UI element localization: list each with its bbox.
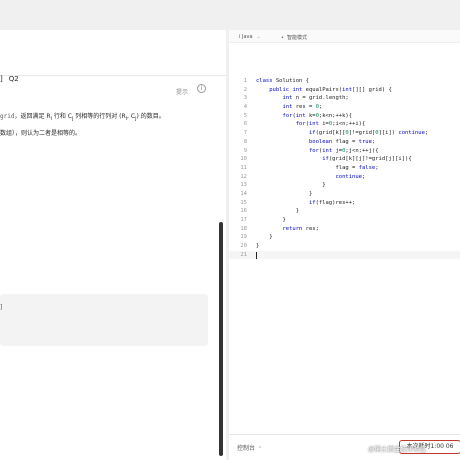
code-line[interactable]: 12 continue;: [229, 173, 460, 182]
code-line[interactable]: 10 if(grid[k][j]!=grid[j][i]){: [229, 155, 460, 164]
title-fragment: ]: [0, 75, 3, 83]
smart-mode-toggle[interactable]: • 智能模式: [281, 34, 307, 41]
desc-text: 行和 C: [51, 113, 72, 120]
line-number: 16: [240, 208, 247, 215]
code-line[interactable]: 8 boolean flag = true;: [229, 138, 460, 147]
code-text: for(int j=0;j<n;++j){: [308, 147, 379, 154]
code-line[interactable]: 17 }: [229, 216, 460, 225]
code-line[interactable]: 15 if(flag)res++;: [229, 199, 460, 208]
hint-button[interactable]: 提示: [176, 87, 188, 96]
info-circle-icon[interactable]: i: [197, 84, 206, 93]
code-text: }: [256, 243, 260, 250]
line-number: 8: [243, 138, 247, 145]
code-line[interactable]: 7 if(grid[k][0]!=grid[0][i]) continue;: [229, 129, 460, 138]
mode-label: 智能模式: [286, 35, 307, 41]
desc-text: ，返回满足 R: [14, 113, 51, 120]
chevron-up-icon: ⌃: [258, 446, 263, 452]
line-number: 17: [240, 217, 247, 223]
code-line[interactable]: 21: [229, 250, 460, 260]
language-icon: i: [239, 34, 241, 40]
description-scrollbar[interactable]: [219, 222, 223, 456]
code-text: if(grid[k][j]!=grid[j][i]){: [322, 156, 412, 163]
code-text: continue;: [335, 173, 366, 180]
line-number: 13: [240, 182, 247, 189]
language-select[interactable]: i Java ⌄: [239, 34, 261, 40]
code-line[interactable]: 6 for(int i=0;i<n;++i){: [229, 120, 460, 129]
console-label: 控制台: [237, 445, 256, 452]
line-number: 19: [240, 234, 247, 241]
language-label: Java: [241, 34, 253, 40]
code-text: for(int k=0;k<n;++k){: [282, 112, 353, 119]
code-text: }: [256, 217, 286, 223]
desc-text: , C: [127, 113, 136, 120]
code-line[interactable]: 19 }: [229, 233, 460, 242]
line-number: 10: [240, 156, 247, 163]
editor-toolbar: i Java ⌄ • 智能模式: [229, 30, 460, 43]
line-number: 6: [243, 121, 247, 128]
mode-icon: •: [281, 35, 284, 41]
code-line[interactable]: 13 }: [229, 181, 460, 190]
line-number: 15: [240, 199, 247, 206]
line-number: 21: [240, 251, 247, 258]
header-divider: [0, 75, 226, 76]
code-line[interactable]: 16 }: [229, 207, 460, 216]
example-bracket: ]: [0, 304, 3, 311]
code-line[interactable]: 1 class Solution {: [229, 77, 460, 86]
code-text: return res;: [282, 225, 319, 232]
chevron-down-icon: ⌄: [256, 34, 261, 40]
code-text: public int equalPairs(int[][] grid) {: [269, 86, 392, 93]
desc-text: 列相等的行列对 (R: [73, 113, 126, 120]
code-line[interactable]: 14 }: [229, 190, 460, 199]
line-number: 20: [240, 243, 247, 250]
line-number: 2: [243, 86, 247, 93]
problem-description-panel: 提示 i ] Q2 grid，返回满足 Ri 行和 Cj 列相等的行列对 (Ri,…: [0, 30, 226, 460]
code-line[interactable]: 3 int n = grid.length;: [229, 94, 460, 103]
code-editor[interactable]: 1 class Solution { 2 public int equalPairs…: [229, 77, 460, 260]
code-line[interactable]: 18 return res;: [229, 225, 460, 234]
line-number: 7: [243, 130, 247, 137]
code-text: if(grid[k][0]!=grid[0][i]) continue;: [308, 130, 429, 137]
line-number: 3: [243, 95, 247, 102]
code-text: flag = false;: [256, 164, 379, 171]
line-number: 14: [240, 190, 247, 197]
code-line[interactable]: 5 for(int k=0;k<n;++k){: [229, 112, 460, 121]
code-line[interactable]: 2 public int equalPairs(int[][] grid) {: [229, 86, 460, 95]
line-number: 11: [240, 164, 247, 171]
code-line[interactable]: 11 flag = false;: [229, 164, 460, 173]
description-line-2: 数组），则认为二者是相等的。: [0, 130, 82, 137]
code-editor-panel: i Java ⌄ • 智能模式 1 class Solution { 2 public …: [229, 30, 460, 434]
code-text: }: [256, 182, 326, 189]
line-number: 4: [243, 104, 247, 111]
line-number: 1: [243, 78, 247, 84]
code-text: for(int i=0;i<n;++i){: [295, 121, 366, 128]
description-line-1: grid，返回满足 Ri 行和 Cj 列相等的行列对 (Ri, Cj) 的数目。: [0, 111, 165, 122]
code-text: }: [256, 190, 313, 197]
title-tag: Q2: [8, 75, 19, 83]
watermark: @稀土掘金技术社区: [368, 445, 427, 453]
code-grid: grid: [0, 113, 15, 120]
line-number: 9: [243, 147, 247, 154]
code-text: }: [256, 208, 300, 215]
code-line[interactable]: 9 for(int j=0;j<n;++j){: [229, 147, 460, 156]
text-cursor: [256, 251, 257, 259]
line-number: 18: [240, 225, 247, 232]
line-number: 5: [243, 112, 247, 119]
code-text: int res = 0;: [282, 104, 323, 111]
code-text: boolean flag = true;: [308, 138, 376, 145]
code-text: }: [256, 234, 273, 241]
line-number: 12: [240, 173, 247, 180]
code-line[interactable]: 4 int res = 0;: [229, 103, 460, 112]
code-text: int n = grid.length;: [282, 95, 349, 102]
problem-title: ] Q2: [0, 75, 19, 83]
example-box: ]: [0, 294, 208, 346]
code-line[interactable]: 20}: [229, 242, 460, 251]
console-toggle[interactable]: 控制台 ⌃: [237, 443, 262, 452]
code-text: if(flag)res++;: [308, 199, 356, 206]
code-text: class Solution {: [256, 78, 309, 84]
desc-text: ) 的数目。: [136, 113, 165, 120]
